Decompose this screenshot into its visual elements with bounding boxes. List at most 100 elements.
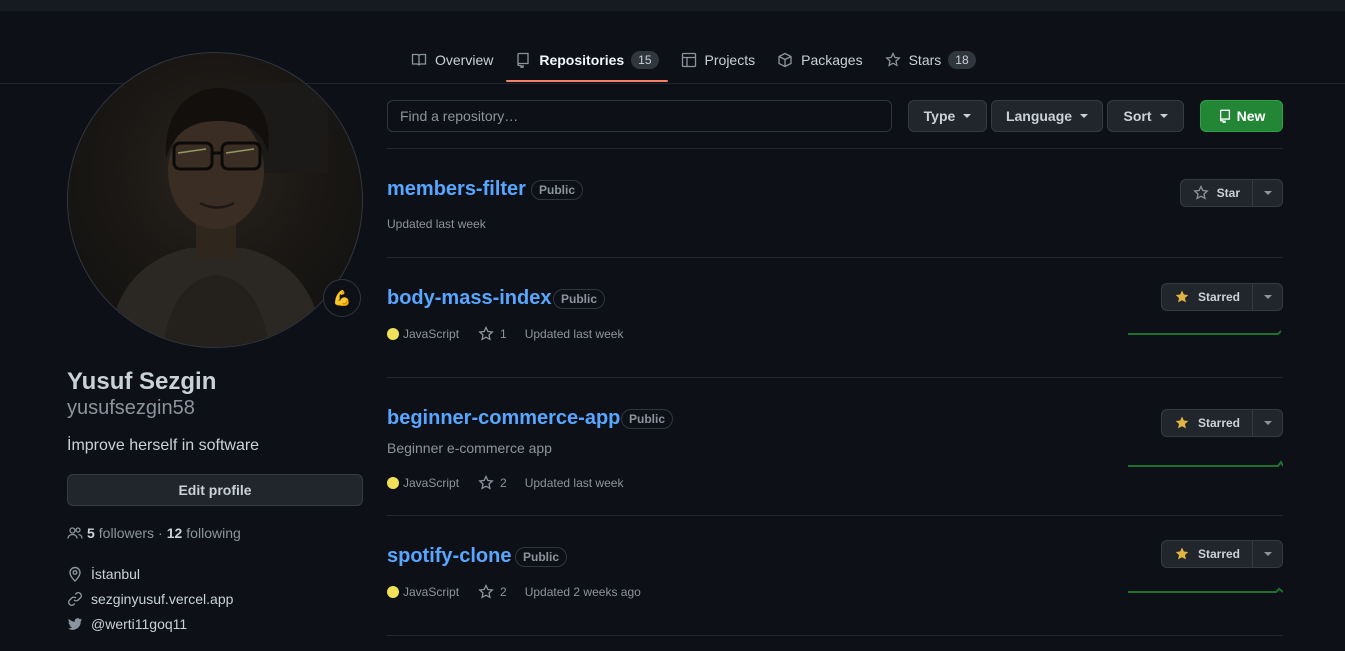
type-filter-label: Type [923,108,956,124]
location-item: İstanbul [67,566,140,582]
tab-overview[interactable]: Overview [400,40,504,80]
repo-updated: Updated last week [387,217,486,231]
website-item: sezginyusuf.vercel.app [67,591,233,607]
star-icon [478,475,494,490]
star-button-label: Starred [1197,547,1240,561]
book-icon [411,53,427,66]
repo-meta: JavaScript 2 Updated last week [387,475,623,491]
repo-icon [517,52,530,68]
chevron-down-icon [1263,191,1272,195]
star-filled-icon [1175,547,1189,560]
people-icon [67,527,83,539]
repo-meta: JavaScript 1 Updated last week [387,326,623,342]
stargazers-link[interactable]: 1 [478,326,507,342]
repo-language: JavaScript [403,585,460,599]
star-button[interactable]: Star [1179,179,1253,207]
tab-stars[interactable]: Stars 18 [874,40,987,80]
tab-stars-label: Stars [908,52,942,68]
starred-button[interactable]: Starred [1160,283,1253,311]
repo-updated: Updated last week [524,327,624,341]
visibility-badge: Public [553,289,606,309]
following-label: following [186,525,241,541]
profile-username: yusufsezgin58 [67,397,195,419]
star-button-group: Starred [1160,409,1283,437]
language-color-dot [387,328,399,340]
list-divider [387,257,1283,258]
repo-name-link[interactable]: members-filter [387,178,526,201]
repositories-counter: 15 [631,51,659,69]
star-button-group: Starred [1160,540,1283,568]
follow-stats: 5 followers · 12 following [67,525,241,541]
language-color-dot [387,586,399,598]
followers-count: 5 [87,525,95,541]
repo-updated: Updated last week [524,476,624,490]
list-divider [387,148,1283,149]
stargazers-link[interactable]: 2 [478,584,507,600]
star-count: 2 [500,476,507,490]
status-emoji[interactable]: 💪 [323,279,361,317]
star-button-group: Starred [1160,283,1283,311]
type-filter-button[interactable]: Type [908,100,987,132]
profile-tabs: Overview Repositories 15 Projects Packag… [400,40,987,84]
starred-button[interactable]: Starred [1160,409,1253,437]
tab-packages[interactable]: Packages [766,40,873,80]
star-button-group: Star [1179,179,1283,207]
following-link[interactable]: 12 following [167,525,241,541]
activity-sparkline [1128,330,1282,335]
new-button-label: New [1236,108,1266,124]
sort-button[interactable]: Sort [1107,100,1184,132]
tab-repositories-label: Repositories [539,52,625,68]
chevron-down-icon [1263,552,1272,556]
chevron-down-icon [963,114,972,118]
star-icon [478,326,494,341]
star-list-dropdown[interactable] [1253,179,1283,207]
visibility-badge: Public [515,547,568,567]
location-icon [69,566,81,582]
star-button-label: Star [1216,186,1240,200]
star-count: 1 [500,327,507,341]
activity-sparkline [1128,460,1283,467]
link-icon [68,592,82,606]
repo-name-link[interactable]: beginner-commerce-app [387,407,620,430]
starred-button[interactable]: Starred [1160,540,1253,568]
website-link[interactable]: sezginyusuf.vercel.app [91,591,233,607]
visibility-badge: Public [621,409,674,429]
following-count: 12 [166,525,183,541]
star-count: 2 [500,585,507,599]
chevron-down-icon [1263,421,1272,425]
language-filter-button[interactable]: Language [991,100,1103,132]
new-repository-button[interactable]: New [1200,100,1283,132]
repo-name-link[interactable]: spotify-clone [387,545,511,568]
follow-separator: · [158,525,163,541]
star-list-dropdown[interactable] [1253,409,1283,437]
star-button-label: Starred [1197,416,1240,430]
followers-link[interactable]: 5 followers [87,525,154,541]
star-list-dropdown[interactable] [1253,283,1283,311]
repo-updated: Updated 2 weeks ago [524,585,641,599]
tab-projects[interactable]: Projects [670,40,767,80]
tab-repositories[interactable]: Repositories 15 [504,40,669,82]
edit-profile-button[interactable]: Edit profile [67,474,363,506]
list-divider [387,635,1283,636]
repo-name-link[interactable]: body-mass-index [387,287,551,310]
chevron-down-icon [1159,114,1168,118]
package-icon [778,52,792,68]
repo-language: JavaScript [403,327,460,341]
sort-label: Sort [1123,108,1152,124]
profile-fullname: Yusuf Sezgin [67,368,217,395]
activity-sparkline [1128,587,1283,593]
list-divider [387,515,1283,516]
table-icon [681,52,696,68]
top-header-bar [0,0,1345,11]
tab-overview-label: Overview [435,52,494,68]
repo-icon [1219,109,1230,123]
repo-language: JavaScript [403,476,460,490]
star-icon [884,52,901,67]
repo-meta: JavaScript 2 Updated 2 weeks ago [387,584,641,600]
repository-search-input[interactable] [387,100,892,132]
twitter-link[interactable]: @werti11goq11 [91,616,187,632]
star-outline-icon [1192,185,1209,200]
star-list-dropdown[interactable] [1253,540,1283,568]
stargazers-link[interactable]: 2 [478,475,507,491]
avatar[interactable] [67,52,363,348]
